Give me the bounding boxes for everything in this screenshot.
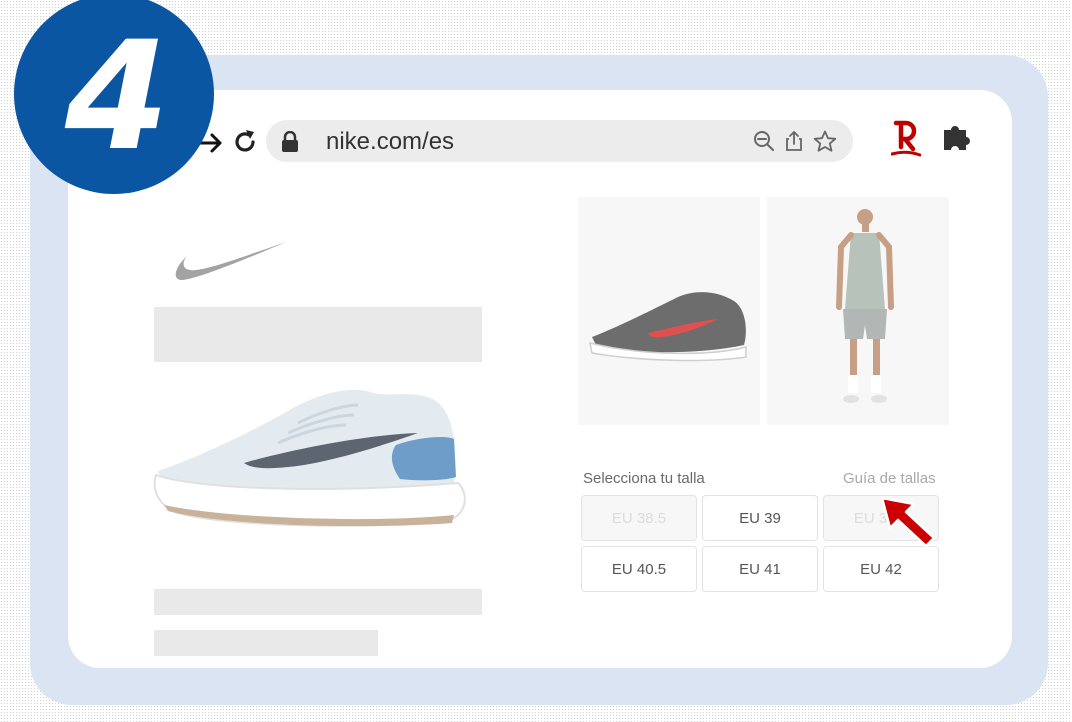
- url-text: nike.com/es: [326, 128, 455, 155]
- title-placeholder: [154, 307, 482, 362]
- share-icon[interactable]: [783, 130, 805, 152]
- reload-icon[interactable]: [230, 127, 260, 157]
- lock-icon: [282, 131, 298, 152]
- product-shoe-image: [153, 389, 466, 527]
- cursor-arrow-icon: [880, 496, 936, 548]
- price-placeholder: [154, 630, 378, 656]
- size-option[interactable]: EU 42: [823, 546, 939, 592]
- size-option[interactable]: EU 40.5: [581, 546, 697, 592]
- rakuten-icon[interactable]: [891, 119, 921, 159]
- size-option[interactable]: EU 38.5: [581, 495, 697, 541]
- star-icon[interactable]: [813, 130, 837, 152]
- puzzle-icon[interactable]: [940, 122, 972, 154]
- step-number: 4: [64, 10, 170, 184]
- address-bar[interactable]: nike.com/es: [266, 120, 853, 162]
- nike-logo: [175, 242, 286, 280]
- size-option[interactable]: EU 39: [702, 495, 818, 541]
- thumbnail-model-image: [836, 209, 894, 403]
- description-placeholder: [154, 589, 482, 615]
- step-badge: 4: [14, 0, 214, 194]
- size-option[interactable]: EU 41: [702, 546, 818, 592]
- thumbnail-shoe[interactable]: [578, 197, 760, 425]
- size-select-label: Selecciona tu talla: [583, 470, 705, 487]
- thumbnail-model[interactable]: [767, 197, 949, 425]
- zoom-out-icon[interactable]: [753, 130, 775, 152]
- thumbnail-shoe-image: [589, 292, 747, 362]
- size-guide-link[interactable]: Guía de tallas: [843, 470, 936, 487]
